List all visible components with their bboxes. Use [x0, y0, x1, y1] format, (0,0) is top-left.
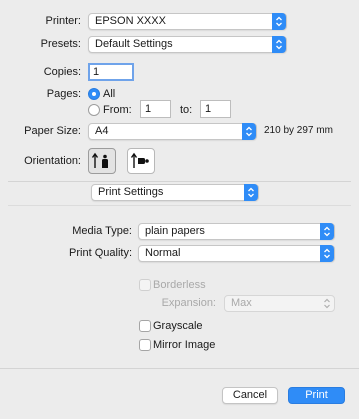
print-quality-label: Print Quality: [69, 247, 132, 259]
media-type-select[interactable]: plain papers [138, 223, 335, 240]
pages-all-radio[interactable] [88, 88, 100, 100]
paper-size-select-value: A4 [95, 125, 109, 137]
mirror-image-label: Mirror Image [153, 339, 216, 351]
print-button[interactable]: Print [288, 387, 345, 404]
copies-field[interactable]: 1 [88, 63, 134, 81]
portrait-icon [89, 149, 115, 176]
pages-to-label: to: [180, 104, 193, 116]
landscape-icon [128, 149, 154, 176]
orientation-landscape-button[interactable] [127, 148, 155, 174]
separator [8, 181, 351, 182]
printer-select-value: EPSON XXXX [95, 15, 166, 27]
paper-size-label: Paper Size: [24, 125, 81, 137]
up-down-arrows-icon [244, 184, 258, 201]
expansion-label: Expansion: [161, 297, 216, 309]
borderless-checkbox[interactable] [139, 279, 151, 291]
pages-from-label: From: [103, 104, 132, 116]
bottom-separator [0, 368, 359, 369]
up-down-arrows-icon [322, 296, 332, 316]
pages-from-field[interactable]: 1 [140, 100, 171, 118]
up-down-arrows-icon [320, 223, 334, 240]
pages-to-field[interactable]: 1 [200, 100, 231, 118]
panel-divider [8, 205, 351, 206]
media-type-label: Media Type: [72, 225, 132, 237]
grayscale-checkbox[interactable] [139, 320, 151, 332]
up-down-arrows-icon [242, 123, 256, 140]
expansion-select[interactable]: Max [224, 295, 335, 312]
pages-label: Pages: [46, 88, 81, 100]
orientation-label: Orientation: [24, 155, 81, 167]
pages-from-radio[interactable] [88, 104, 100, 116]
up-down-arrows-icon [272, 36, 286, 53]
section-select-value: Print Settings [98, 186, 164, 198]
printer-label: Printer: [45, 15, 81, 27]
mirror-image-checkbox[interactable] [139, 339, 151, 351]
print-settings-section-select[interactable]: Print Settings [91, 184, 259, 201]
up-down-arrows-icon [320, 245, 334, 262]
cancel-button[interactable]: Cancel [222, 387, 278, 404]
media-type-select-value: plain papers [145, 225, 205, 237]
up-down-arrows-icon [272, 13, 286, 30]
presets-label: Presets: [40, 38, 81, 50]
expansion-select-value: Max [231, 297, 252, 309]
paper-size-dimensions: 210 by 297 mm [264, 125, 333, 136]
printer-select[interactable]: EPSON XXXX [88, 13, 287, 30]
paper-size-select[interactable]: A4 [88, 123, 257, 140]
print-quality-select[interactable]: Normal [138, 245, 335, 262]
copies-label: Copies: [43, 66, 81, 78]
print-quality-select-value: Normal [145, 247, 181, 259]
presets-select[interactable]: Default Settings [88, 36, 287, 53]
borderless-label: Borderless [153, 279, 206, 291]
orientation-portrait-button[interactable] [88, 148, 116, 174]
grayscale-label: Grayscale [153, 320, 203, 332]
presets-select-value: Default Settings [95, 38, 173, 50]
